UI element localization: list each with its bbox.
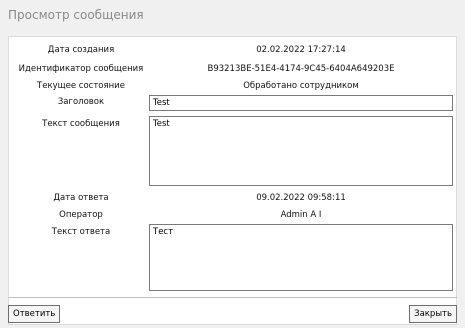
footer-divider xyxy=(8,297,457,298)
window-title: Просмотр сообщения xyxy=(8,8,144,22)
message-id-value: B93213BE-51E4-4174-9C45-6404A649203E xyxy=(207,64,395,74)
operator-label: Оператор xyxy=(59,210,103,220)
reply-date-label: Дата ответа xyxy=(53,193,109,203)
message-text-area[interactable]: Test xyxy=(149,116,453,186)
subject-input[interactable] xyxy=(149,95,453,111)
message-id-label: Идентификатор сообщения xyxy=(18,64,144,74)
reply-button[interactable]: Ответить xyxy=(8,305,61,323)
state-value: Обработано сотрудником xyxy=(243,81,359,91)
created-value: 02.02.2022 17:27:14 xyxy=(256,45,346,55)
message-text-label: Текст сообщения xyxy=(42,119,120,129)
state-label: Текущее состояние xyxy=(37,81,125,91)
subject-label: Заголовок xyxy=(57,97,105,107)
reply-text-area[interactable]: Тест xyxy=(149,224,453,291)
reply-date-value: 09.02.2022 09:58:11 xyxy=(256,193,346,203)
close-button[interactable]: Закрыть xyxy=(409,305,457,323)
operator-value: Admin A I xyxy=(280,210,322,220)
created-label: Дата создания xyxy=(47,45,115,55)
reply-text-label: Текст ответа xyxy=(51,227,111,237)
